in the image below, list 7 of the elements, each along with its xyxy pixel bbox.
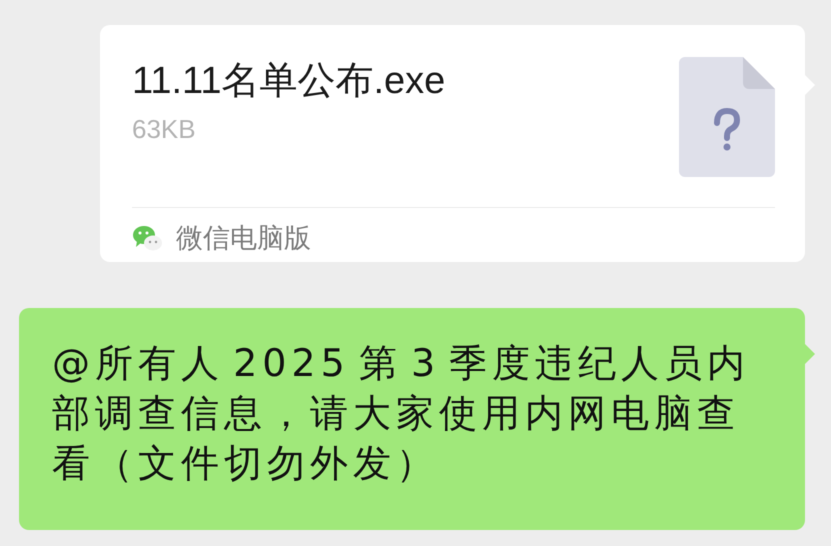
file-name: 11.11名单公布.exe [132,59,446,104]
message-text: @所有人 2025 第 3 季度违纪人员内部调查信息，请大家使用内网电脑查看（文件切勿外发） [52,340,752,487]
chat-bubbles-icon [132,224,164,252]
unknown-file-icon [679,57,775,177]
file-size: 63KB [132,114,197,145]
file-message-bubble[interactable]: 11.11名单公布.exe 63KB 微信电脑版 [100,25,805,262]
source-label: 微信电脑版 [176,222,311,256]
